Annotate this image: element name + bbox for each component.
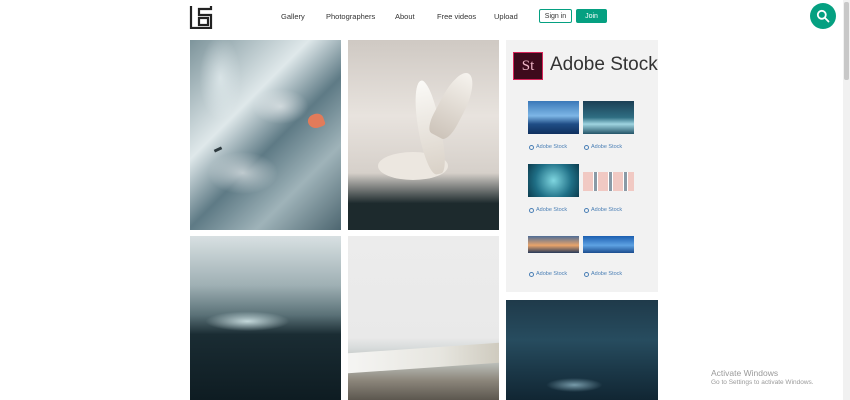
photo-ocean-kitesurfer[interactable] [190,40,341,230]
search-icon [816,9,830,23]
stock-link-label: Adobe Stock [591,207,623,213]
stock-link-5[interactable]: Adobe Stock [529,271,567,277]
site-logo[interactable] [189,5,213,30]
nav-free-videos[interactable]: Free videos [437,12,476,21]
adobe-stock-icon [529,207,534,213]
site-logo-icon [189,6,213,30]
activate-windows-subtitle: Go to Settings to activate Windows. [711,379,814,386]
photo-misty-beach[interactable] [348,236,499,400]
adobe-stock-ad[interactable]: St Adobe Stock Adobe Stock Adobe Stock A… [506,40,658,292]
nav-about[interactable]: About [395,12,415,21]
nav-gallery[interactable]: Gallery [281,12,305,21]
stock-thumb-5[interactable] [528,236,579,253]
kite-shape [306,111,326,131]
stock-thumb-4[interactable] [583,172,634,191]
beach-surf-shape [348,342,499,374]
nav-upload[interactable]: Upload [494,12,518,21]
adobe-stock-icon [584,144,589,150]
stock-thumb-3[interactable] [528,164,579,197]
scrollbar-thumb[interactable] [844,2,849,80]
stock-link-label: Adobe Stock [591,271,623,277]
adobe-stock-icon [584,207,589,213]
search-button[interactable] [810,3,836,29]
stock-link-label: Adobe Stock [536,207,568,213]
stock-thumb-1[interactable] [528,101,579,134]
photo-swan-wings[interactable] [348,40,499,230]
adobe-stock-icon [584,271,589,277]
stock-link-label: Adobe Stock [536,144,568,150]
stock-link-2[interactable]: Adobe Stock [584,144,622,150]
stock-link-1[interactable]: Adobe Stock [529,144,567,150]
stock-link-3[interactable]: Adobe Stock [529,207,567,213]
sign-in-button[interactable]: Sign in [539,9,572,23]
adobe-stock-icon [529,144,534,150]
activate-windows-title: Activate Windows [711,368,779,378]
adobe-stock-logo[interactable]: St [513,52,543,80]
stock-thumb-2[interactable] [583,101,634,134]
nav-photographers[interactable]: Photographers [326,12,375,21]
stock-link-6[interactable]: Adobe Stock [584,271,622,277]
surfer-shape [213,146,223,153]
stock-link-label: Adobe Stock [536,271,568,277]
photo-blue-wave[interactable] [506,300,658,400]
join-button[interactable]: Join [576,9,607,23]
photo-dark-wave[interactable] [190,236,341,400]
ad-title[interactable]: Adobe Stock [550,54,658,76]
adobe-stock-icon [529,271,534,277]
page-scrollbar[interactable] [843,0,850,400]
stock-link-4[interactable]: Adobe Stock [584,207,622,213]
stock-thumb-6[interactable] [583,236,634,253]
stock-link-label: Adobe Stock [591,144,623,150]
